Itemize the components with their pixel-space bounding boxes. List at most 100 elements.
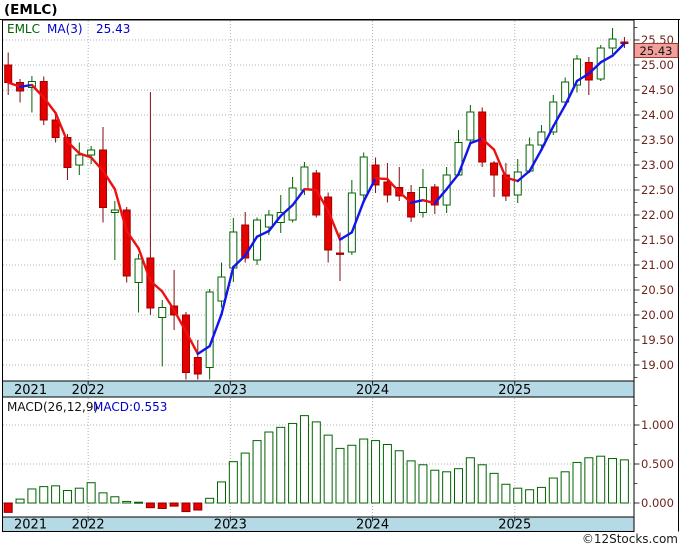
ma3-segment — [374, 177, 389, 181]
macd-bar-2025-06 — [572, 461, 582, 504]
main-axis-label: 22.00 — [641, 208, 674, 222]
main-axis-label: 19.50 — [641, 333, 674, 347]
macd-bar-2024-08 — [454, 468, 463, 504]
candle-body-2023-07 — [300, 166, 309, 191]
main-axis-label: 24.00 — [641, 108, 674, 122]
macd-bar-2023-12 — [359, 438, 369, 504]
candle-body-2023-01 — [229, 231, 238, 269]
candle-body-2025-01 — [513, 171, 522, 196]
macd-bar-2021-11 — [62, 490, 72, 504]
macd-bar-2022-06 — [145, 502, 155, 509]
main-axis-label: 20.00 — [641, 308, 674, 322]
macd-value-axis: 1.000 0.500 0.000 — [634, 405, 674, 510]
page-title: (EMLC) — [4, 2, 58, 18]
candle-body-2021-12 — [75, 154, 84, 166]
macd-bar-2022-03 — [110, 496, 120, 504]
macd-bar-2022-02 — [98, 492, 108, 504]
macd-bar-2024-11 — [489, 472, 499, 504]
macd-bar-2021-10 — [51, 485, 61, 504]
candle-body-2022-05 — [134, 258, 143, 283]
macd-legend-value: MACD:0.553 — [93, 400, 167, 414]
main-axis-label: 20.50 — [641, 283, 674, 297]
macd-bar-2021-06 — [3, 502, 13, 513]
macd-bar-2023-11 — [347, 444, 357, 504]
last-price-label: 25.43 — [640, 44, 673, 58]
macd-axis-label: 0.500 — [641, 457, 674, 471]
copyright-link[interactable]: ©12Stocks.com — [582, 532, 678, 546]
macd-bar-2023-02 — [240, 452, 250, 504]
macd-bar-2023-07 — [299, 415, 309, 504]
macd-bar-2024-10 — [477, 464, 487, 504]
macd-bar-2024-02 — [382, 444, 392, 504]
macd-bar-2022-05 — [134, 501, 144, 504]
candle-body-2022-01 — [87, 149, 96, 156]
legend-ma-label: MA(3) — [47, 22, 83, 36]
macd-bar-2025-09 — [608, 458, 618, 504]
year-label-macd-2021: 2021 — [14, 518, 47, 533]
emlc-chart-svg: (EMLC) 25.5025.0024.5024.0023.5023.0022.… — [0, 2, 680, 546]
macd-bar-2021-08 — [27, 488, 37, 504]
legend-symbol: EMLC — [7, 22, 40, 36]
macd-bar-2022-09 — [181, 502, 191, 513]
macd-bar-2025-01 — [513, 487, 523, 504]
macd-bar-2024-01 — [371, 440, 381, 504]
macd-bar-2023-01 — [228, 461, 238, 504]
candle-body-2024-09 — [466, 111, 475, 141]
macd-axis-label: 0.000 — [641, 496, 674, 510]
candle-body-2022-10 — [193, 357, 202, 375]
macd-bar-2023-06 — [288, 422, 298, 504]
candle-body-2022-12 — [217, 276, 226, 302]
main-axis-label: 23.50 — [641, 133, 674, 147]
macd-bar-2022-11 — [205, 497, 215, 504]
macd-bar-2023-09 — [323, 434, 333, 504]
candle-body-2024-11 — [490, 162, 499, 176]
macd-bar-2024-09 — [465, 457, 475, 504]
legend-ma-value: 25.43 — [96, 22, 130, 36]
macd-bar-2021-07 — [15, 498, 25, 504]
macd-bar-2023-03 — [252, 440, 262, 504]
macd-bar-2024-05 — [418, 464, 428, 504]
main-axis-label: 24.50 — [641, 83, 674, 97]
main-axis-label: 21.00 — [641, 258, 674, 272]
macd-bar-2024-12 — [501, 483, 511, 504]
macd-bar-2024-07 — [442, 471, 452, 504]
macd-bar-2024-04 — [406, 460, 416, 504]
macd-bar-2021-09 — [39, 486, 49, 504]
main-axis-label: 19.00 — [641, 358, 674, 372]
candle-body-2021-06 — [4, 64, 13, 83]
macd-bar-2025-08 — [596, 455, 606, 504]
candle-body-2023-10 — [336, 252, 344, 255]
candle-body-2024-02 — [383, 181, 392, 196]
macd-bar-2022-10 — [193, 502, 203, 511]
macd-bar-2024-03 — [394, 450, 404, 504]
candle-body-2023-12 — [359, 156, 368, 196]
ma3-segment — [303, 187, 318, 192]
macd-bar-2025-05 — [560, 471, 570, 504]
main-axis-label: 22.50 — [641, 183, 674, 197]
candle-body-2021-10 — [51, 119, 60, 138]
candle-body-2022-09 — [181, 314, 190, 373]
macd-bar-2022-07 — [157, 502, 167, 509]
candle-body-2022-07 — [158, 307, 167, 318]
macd-bar-2023-05 — [276, 426, 286, 504]
macd-legend-label: MACD(26,12,9) — [7, 400, 98, 414]
macd-axis-label: 1.000 — [641, 418, 674, 432]
candle-body-2023-11 — [347, 192, 356, 253]
macd-bar-2021-12 — [74, 487, 84, 504]
candle-body-2025-09 — [608, 38, 617, 49]
macd-bar-2025-10 — [619, 459, 629, 504]
candle-body-2022-02 — [99, 149, 107, 208]
macd-bar-2024-06 — [430, 469, 440, 504]
year-label-main-2021: 2021 — [14, 383, 47, 398]
candle-body-2022-03 — [110, 209, 119, 213]
main-axis-label: 23.00 — [641, 158, 674, 172]
main-axis-label: 25.00 — [641, 58, 674, 72]
candle-body-2024-10 — [478, 111, 487, 163]
macd-bar-2022-04 — [122, 500, 132, 504]
stock-chart-window: (EMLC) 25.50 25.00 24.50 24.00 23.50 23.00 22.… — [0, 0, 680, 546]
macd-bar-2023-10 — [335, 447, 345, 504]
main-price-axis: 25.5025.0024.5024.0023.5023.0022.5022.00… — [634, 27, 674, 378]
macd-bar-2025-04 — [548, 477, 558, 504]
macd-bar-2022-01 — [86, 482, 96, 504]
macd-bar-2023-08 — [311, 421, 321, 504]
